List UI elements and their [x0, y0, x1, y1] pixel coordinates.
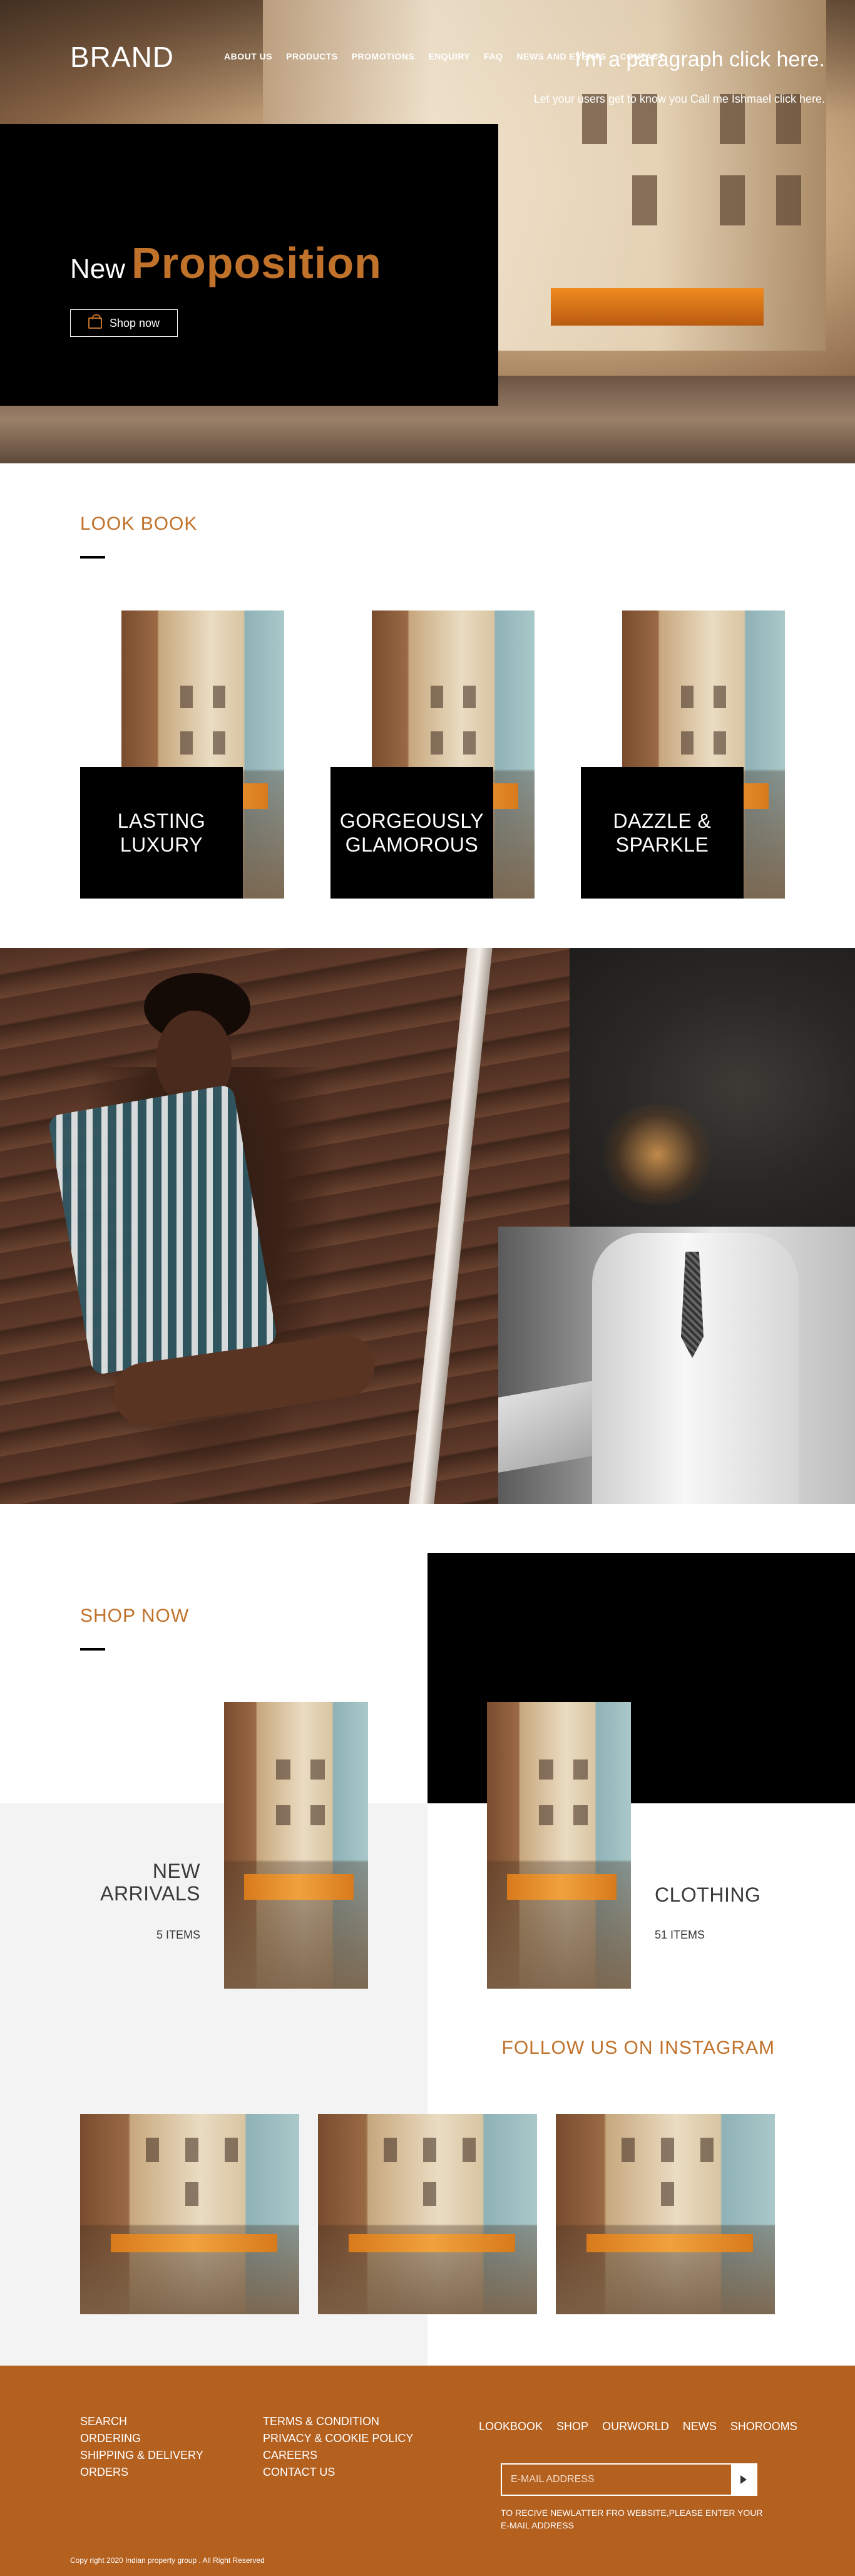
- footer-link-shop[interactable]: SHOP: [556, 2419, 588, 2434]
- arrow-right-icon: [740, 2475, 747, 2484]
- lookbook-card-label[interactable]: LASTING LUXURY: [80, 767, 243, 899]
- lookbook-label-line: DAZZLE &: [613, 810, 712, 832]
- shop-heading: SHOP NOW: [80, 1605, 190, 1626]
- category-count: 51 ITEMS: [655, 1929, 705, 1941]
- category-image-new-arrivals[interactable]: [224, 1702, 368, 1989]
- newsletter-submit-button[interactable]: [731, 2465, 756, 2495]
- brand-logo[interactable]: BRAND: [70, 40, 174, 74]
- shop-now-button[interactable]: Shop now: [70, 309, 178, 337]
- footer-link-showrooms[interactable]: SHOROOMS: [730, 2419, 797, 2434]
- cafe-awning: [551, 288, 764, 326]
- feature-title[interactable]: I'm a paragraph click here.: [575, 48, 825, 72]
- category-name-line: ARRIVALS: [100, 1882, 200, 1905]
- instagram-image[interactable]: [80, 2114, 299, 2314]
- nav-about-us[interactable]: ABOUT US: [224, 51, 272, 61]
- footer-link-ourworld[interactable]: OURWORLD: [602, 2419, 669, 2434]
- heading-rule: [80, 1648, 105, 1651]
- footer-link-news[interactable]: NEWS: [683, 2419, 717, 2434]
- footer-link-orders[interactable]: ORDERS: [80, 2465, 203, 2480]
- lookbook-card-label[interactable]: GORGEOUSLY GLAMOROUS: [330, 767, 493, 899]
- footer-link-search[interactable]: SEARCH: [80, 2414, 203, 2429]
- lookbook-label-line: LUXURY: [120, 833, 203, 856]
- lookbook-heading: LOOK BOOK: [80, 513, 198, 534]
- lookbook-label-line: LASTING: [117, 810, 206, 832]
- stair-railing: [409, 948, 493, 1504]
- shopping-bag-icon: [88, 314, 102, 329]
- bokeh-light: [595, 1105, 720, 1205]
- footer-links-col1: SEARCH ORDERING SHIPPING & DELIVERY ORDE…: [80, 2414, 203, 2480]
- category-image-clothing[interactable]: [487, 1702, 631, 1989]
- heading-rule: [80, 556, 105, 559]
- feature-photo-man: [498, 1227, 855, 1504]
- footer-links-col2: TERMS & CONDITION PRIVACY & COOKIE POLIC…: [263, 2414, 413, 2480]
- building-window: [632, 175, 657, 225]
- footer-link-lookbook[interactable]: LOOKBOOK: [479, 2419, 543, 2434]
- footer-link-shipping[interactable]: SHIPPING & DELIVERY: [80, 2448, 203, 2463]
- email-input[interactable]: [502, 2465, 731, 2495]
- copyright: Copy right 2020 Indian property group . …: [70, 2556, 265, 2565]
- nav-products[interactable]: PRODUCTS: [286, 51, 338, 61]
- category-count: 5 ITEMS: [156, 1929, 200, 1941]
- category-clothing[interactable]: CLOTHING: [655, 1883, 760, 1906]
- lookbook-label-line: SPARKLE: [615, 833, 709, 856]
- feature-paragraph[interactable]: Let your users get to know you Call me I…: [493, 90, 825, 108]
- footer-link-privacy[interactable]: PRIVACY & COOKIE POLICY: [263, 2431, 413, 2446]
- lookbook-card-label[interactable]: DAZZLE & SPARKLE: [581, 767, 744, 899]
- lookbook-label-line: GLAMOROUS: [345, 833, 479, 856]
- footer-link-careers[interactable]: CAREERS: [263, 2448, 413, 2463]
- lookbook-label-line: GORGEOUSLY: [339, 810, 484, 832]
- footer-link-terms[interactable]: TERMS & CONDITION: [263, 2414, 413, 2429]
- feature-text-panel: [570, 948, 855, 1227]
- footer-link-ordering[interactable]: ORDERING: [80, 2431, 203, 2446]
- nav-enquiry[interactable]: ENQUIRY: [428, 51, 470, 61]
- instagram-heading: FOLLOW US ON INSTAGRAM: [501, 2038, 775, 2058]
- feature-photo-woman: [0, 948, 570, 1504]
- instagram-image[interactable]: [318, 2114, 537, 2314]
- nav-promotions[interactable]: PROMOTIONS: [352, 51, 415, 61]
- footer-link-contact[interactable]: CONTACT US: [263, 2465, 413, 2480]
- building-window: [776, 175, 801, 225]
- footer-nav: LOOKBOOK SHOP OURWORLD NEWS SHOROOMS: [479, 2419, 797, 2434]
- newsletter-form: [501, 2463, 757, 2496]
- hero-title: New Proposition: [70, 238, 382, 288]
- nav-faq[interactable]: FAQ: [484, 51, 503, 61]
- shop-now-label: Shop now: [109, 316, 160, 329]
- hero-title-accent: Proposition: [131, 239, 382, 287]
- instagram-image[interactable]: [556, 2114, 775, 2314]
- hero-title-plain: New: [70, 254, 126, 284]
- newsletter-note: TO RECIVE NEWLATTER FRO WEBSITE,PLEASE E…: [501, 2508, 763, 2530]
- building-window: [720, 175, 745, 225]
- category-name-line: NEW: [152, 1860, 200, 1882]
- category-new-arrivals[interactable]: NEW ARRIVALS: [75, 1860, 200, 1905]
